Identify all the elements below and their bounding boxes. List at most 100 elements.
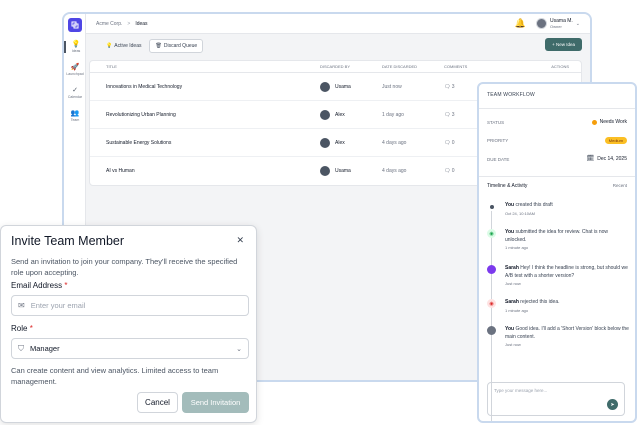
timeline-body: Sarah Hey! I think the headline is stron… [505, 265, 629, 286]
timeline-text: Sarah rejected this idea. [505, 299, 629, 307]
timeline-title: Timeline & Activity [487, 183, 528, 189]
timeline-body: You submitted the idea for review. Chat … [505, 229, 629, 250]
email-label-text: Email Address [11, 281, 63, 290]
timeline-actor: You [505, 229, 515, 235]
role-value: Manager [30, 344, 60, 353]
timeline-message: Good idea. I'll add a 'Short Version' bl… [505, 326, 629, 340]
header-comments[interactable]: COMMENTS [444, 64, 504, 69]
timeline-time: Just now [505, 281, 521, 286]
timeline-text: You created this draft [505, 202, 629, 210]
sidebar-item-ideas[interactable]: 💡 Ideas [64, 41, 86, 53]
message-placeholder: Type your message here... [494, 388, 548, 393]
chevron-down-icon[interactable]: ⌄ [576, 21, 580, 27]
header-date[interactable]: DATE DISCARDED [382, 64, 444, 69]
row-title: AI vs Human [106, 168, 135, 174]
timeline-text: Sarah Hey! I think the headline is stron… [505, 265, 629, 280]
row-user: Alex [335, 111, 345, 118]
header-actions: ACTIONS [551, 64, 569, 69]
row-date: 1 day ago [382, 111, 404, 118]
team-icon: 👥 [70, 110, 80, 117]
tab-bar: 💡 Active Ideas 🗑 Discard Queue [100, 39, 204, 53]
message-input[interactable]: Type your message here... ➤ [487, 382, 625, 416]
avatar [320, 137, 330, 148]
row-discarded-by: Alex [320, 109, 382, 120]
table-header: TITLE DISCARDED BY DATE DISCARDED COMMEN… [90, 61, 581, 73]
header-title[interactable]: TITLE [106, 64, 320, 69]
priority-badge: Medium [604, 137, 627, 144]
row-title: Innovations in Medical Technology [106, 83, 183, 90]
role-select[interactable]: ⛉ Manager ⌄ [11, 338, 249, 359]
calendar-icon: 🗓 [586, 156, 595, 162]
avatar [320, 81, 330, 92]
trash-icon: 🗑 [155, 43, 162, 49]
mail-icon: ✉ [18, 301, 25, 310]
workflow-title: TEAM WORKFLOW [487, 92, 535, 98]
modal-title: Invite Team Member [11, 234, 125, 248]
send-invitation-button[interactable]: Send Invitation [182, 392, 249, 413]
avatar[interactable] [536, 18, 548, 29]
send-message-button[interactable]: ➤ [607, 399, 618, 410]
row-title: Revolutionizing Urban Planning [106, 111, 176, 118]
cancel-button[interactable]: Cancel [137, 392, 178, 413]
avatar [320, 166, 330, 176]
header-discarded-by[interactable]: DISCARDED BY [320, 64, 382, 69]
status-label: STATUS [487, 120, 505, 125]
user-role: Owner [550, 23, 562, 29]
timeline-message: created this draft [514, 202, 553, 208]
comment-count: 3 [451, 111, 455, 118]
row-discarded-by: Usama [320, 81, 382, 92]
email-label: Email Address * [11, 281, 68, 290]
timeline-body: Sarah rejected this idea. 1 minute ago [505, 299, 629, 313]
timeline-message: submitted the idea for review. Chat is n… [505, 229, 609, 243]
comment-count: 0 [451, 168, 455, 174]
chevron-down-icon: ⌄ [236, 345, 242, 353]
avatar [487, 326, 496, 335]
avatar [487, 265, 496, 274]
sidebar-item-label: Calendar [67, 95, 83, 99]
sidebar-item-launchpad[interactable]: 🚀 Launchpad [64, 64, 86, 76]
breadcrumb-separator: > [127, 20, 131, 27]
row-date: 4 days ago [382, 168, 407, 174]
sidebar-item-calendar[interactable]: ✓ Calendar [64, 87, 86, 99]
reject-icon: ◉ [487, 299, 496, 308]
row-discarded-by: Usama [320, 166, 382, 176]
invite-modal: Invite Team Member ✕ Send an invitation … [0, 225, 257, 423]
tab-label: Discard Queue [163, 43, 198, 49]
new-idea-button[interactable]: + New Idea [545, 38, 582, 51]
breadcrumb-current: Ideas [135, 20, 148, 27]
breadcrumb-root[interactable]: Acme Corp. [96, 21, 122, 27]
timeline-message: Hey! I think the headline is strong, but… [505, 265, 628, 279]
send-icon: ➤ [610, 401, 615, 408]
timeline-filter[interactable]: Recent [613, 183, 627, 188]
divider [479, 176, 635, 177]
sidebar-item-label: Ideas [71, 49, 81, 53]
lightbulb-icon: 💡 [106, 43, 113, 49]
user-menu[interactable]: Usama M. Owner [550, 18, 573, 30]
timeline-body: You Good idea. I'll add a 'Short Version… [505, 326, 629, 347]
status-value[interactable]: Needs Work [591, 119, 627, 125]
timeline-actor: You [505, 202, 515, 208]
required-marker: * [29, 324, 33, 333]
due-value[interactable]: 🗓 Dec 14, 2025 [586, 155, 627, 163]
comment-icon: 🗨 [444, 168, 452, 174]
priority-value[interactable]: Medium [604, 137, 627, 144]
close-icon[interactable]: ✕ [236, 235, 244, 246]
status-text: Needs Work [599, 119, 627, 125]
timeline-dot-icon [487, 202, 496, 211]
tab-active-ideas[interactable]: 💡 Active Ideas [100, 39, 147, 53]
lightbulb-icon: 💡 [71, 41, 81, 48]
sidebar-item-team[interactable]: 👥 Team [64, 110, 86, 122]
required-marker: * [64, 281, 68, 290]
comment-icon: 🗨 [444, 83, 452, 90]
role-hint: Can create content and view analytics. L… [11, 366, 219, 386]
tab-discard-queue[interactable]: 🗑 Discard Queue [149, 39, 204, 53]
email-field[interactable]: ✉ Enter your email [11, 295, 249, 316]
bell-icon[interactable]: 🔔 [515, 18, 526, 29]
topbar: Acme Corp. > Ideas 🔔 Usama M. Owner ⌄ [86, 14, 590, 34]
timeline-time: 1 minute ago [505, 307, 529, 313]
due-label: DUE DATE [487, 157, 510, 162]
brand-logo[interactable] [68, 18, 82, 32]
role-label: Role * [11, 324, 33, 333]
due-text: Dec 14, 2025 [597, 155, 627, 162]
timeline-text: You submitted the idea for review. Chat … [505, 229, 629, 244]
